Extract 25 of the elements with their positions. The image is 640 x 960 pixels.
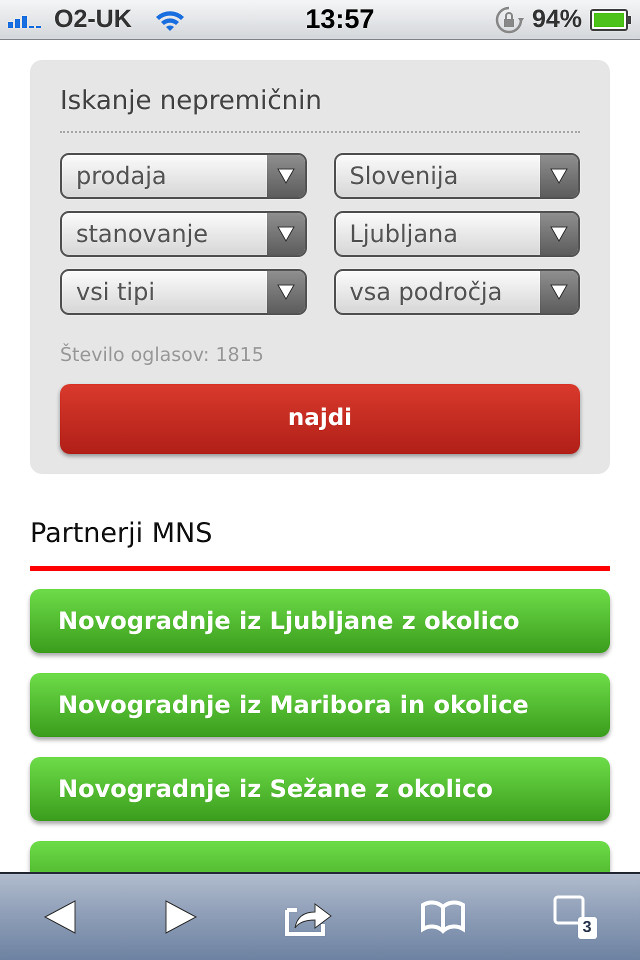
listing-count: Število oglasov: 1815 [60, 342, 265, 368]
caret-icon [550, 168, 568, 184]
dropdown[interactable]: Slovenija [334, 153, 580, 199]
dropdown[interactable]: vsa področja [334, 269, 580, 315]
section-heading: Partnerji MNS [30, 514, 610, 571]
tabs-button[interactable]: 3 [552, 895, 597, 939]
dropdown[interactable]: stanovanje [60, 211, 306, 257]
forward-button[interactable] [164, 899, 198, 935]
caret-icon [276, 226, 294, 242]
back-button[interactable] [43, 899, 78, 935]
rotation-lock-icon [494, 4, 524, 34]
clock-time: 13:57 [305, 4, 374, 34]
caret-icon [550, 226, 568, 242]
dropdown[interactable]: vsi tipi [60, 269, 306, 315]
caret-icon [276, 284, 294, 300]
bookmarks-button[interactable] [420, 899, 466, 935]
search-button[interactable]: najdi [60, 384, 580, 454]
dropdown[interactable]: prodaja [60, 153, 306, 199]
panel-title: Iskanje nepremičnin [60, 82, 580, 133]
battery-percent: 94% [532, 4, 582, 35]
carrier-name: O2-UK [54, 4, 132, 35]
dropdown[interactable]: Ljubljana [334, 211, 580, 257]
battery-icon [590, 8, 632, 30]
caret-icon [550, 284, 568, 300]
caret-icon [276, 168, 294, 184]
